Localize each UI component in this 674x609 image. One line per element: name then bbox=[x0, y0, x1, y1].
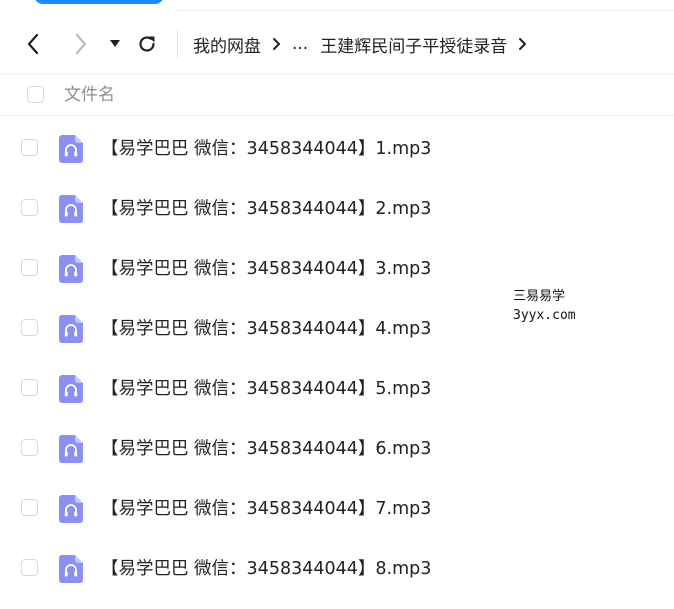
navigation-bar: 我的网盘 ... 王建辉民间子平授徒录音 bbox=[0, 22, 674, 66]
file-row-checkbox[interactable] bbox=[21, 139, 38, 156]
file-row-checkbox[interactable] bbox=[21, 379, 38, 396]
file-row[interactable]: 【易学巴巴 微信：3458344044】8.mp3 bbox=[0, 538, 674, 598]
file-name[interactable]: 【易学巴巴 微信：3458344044】3.mp3 bbox=[101, 238, 431, 298]
select-all-checkbox[interactable] bbox=[27, 86, 44, 103]
audio-file-icon bbox=[59, 495, 83, 523]
breadcrumb-current-folder[interactable]: 王建辉民间子平授徒录音 bbox=[320, 32, 507, 57]
audio-file-icon bbox=[59, 315, 83, 343]
chevron-right-icon bbox=[75, 33, 87, 55]
nav-divider bbox=[177, 30, 178, 58]
file-row-checkbox[interactable] bbox=[21, 199, 38, 216]
watermark-line-1: 三易易学 bbox=[513, 289, 566, 304]
file-list-header: 文件名 bbox=[0, 74, 674, 116]
file-row[interactable]: 【易学巴巴 微信：3458344044】1.mp3 bbox=[0, 118, 674, 178]
file-row-checkbox[interactable] bbox=[21, 259, 38, 276]
file-name[interactable]: 【易学巴巴 微信：3458344044】7.mp3 bbox=[101, 478, 431, 538]
file-row[interactable]: 【易学巴巴 微信：3458344044】7.mp3 bbox=[0, 478, 674, 538]
audio-file-icon bbox=[59, 435, 83, 463]
file-row[interactable]: 【易学巴巴 微信：3458344044】5.mp3 bbox=[0, 358, 674, 418]
file-row-checkbox[interactable] bbox=[21, 499, 38, 516]
file-name[interactable]: 【易学巴巴 微信：3458344044】6.mp3 bbox=[101, 418, 431, 478]
refresh-icon bbox=[139, 36, 155, 52]
breadcrumb-expand-icon[interactable] bbox=[518, 37, 527, 51]
top-blue-button-edge[interactable] bbox=[34, 0, 164, 4]
top-divider bbox=[175, 10, 674, 11]
history-dropdown-button[interactable] bbox=[106, 22, 124, 66]
file-name[interactable]: 【易学巴巴 微信：3458344044】8.mp3 bbox=[101, 538, 431, 598]
file-name[interactable]: 【易学巴巴 微信：3458344044】5.mp3 bbox=[101, 358, 431, 418]
column-header-filename[interactable]: 文件名 bbox=[64, 75, 115, 115]
caret-down-icon bbox=[110, 40, 120, 47]
file-row[interactable]: 【易学巴巴 微信：3458344044】2.mp3 bbox=[0, 178, 674, 238]
file-name[interactable]: 【易学巴巴 微信：3458344044】4.mp3 bbox=[101, 298, 431, 358]
breadcrumb: 我的网盘 ... 王建辉民间子平授徒录音 bbox=[193, 22, 538, 66]
watermark-line-2: 3yyx.com bbox=[513, 308, 576, 323]
file-row-checkbox[interactable] bbox=[21, 319, 38, 336]
chevron-left-icon bbox=[27, 33, 39, 55]
file-row-checkbox[interactable] bbox=[21, 559, 38, 576]
breadcrumb-root[interactable]: 我的网盘 bbox=[193, 32, 261, 57]
audio-file-icon bbox=[59, 255, 83, 283]
audio-file-icon bbox=[59, 135, 83, 163]
breadcrumb-separator-icon bbox=[272, 37, 281, 51]
forward-button[interactable] bbox=[66, 22, 96, 66]
file-row-checkbox[interactable] bbox=[21, 439, 38, 456]
breadcrumb-ellipsis[interactable]: ... bbox=[292, 34, 308, 54]
audio-file-icon bbox=[59, 555, 83, 583]
audio-file-icon bbox=[59, 195, 83, 223]
watermark: 三易易学 3yyx.com bbox=[513, 287, 576, 325]
audio-file-icon bbox=[59, 375, 83, 403]
back-button[interactable] bbox=[18, 22, 48, 66]
file-name[interactable]: 【易学巴巴 微信：3458344044】1.mp3 bbox=[101, 118, 431, 178]
file-row[interactable]: 【易学巴巴 微信：3458344044】6.mp3 bbox=[0, 418, 674, 478]
file-name[interactable]: 【易学巴巴 微信：3458344044】2.mp3 bbox=[101, 178, 431, 238]
refresh-button[interactable] bbox=[134, 22, 160, 66]
file-list: 【易学巴巴 微信：3458344044】1.mp3 【易学巴巴 微信：345834… bbox=[0, 118, 674, 598]
